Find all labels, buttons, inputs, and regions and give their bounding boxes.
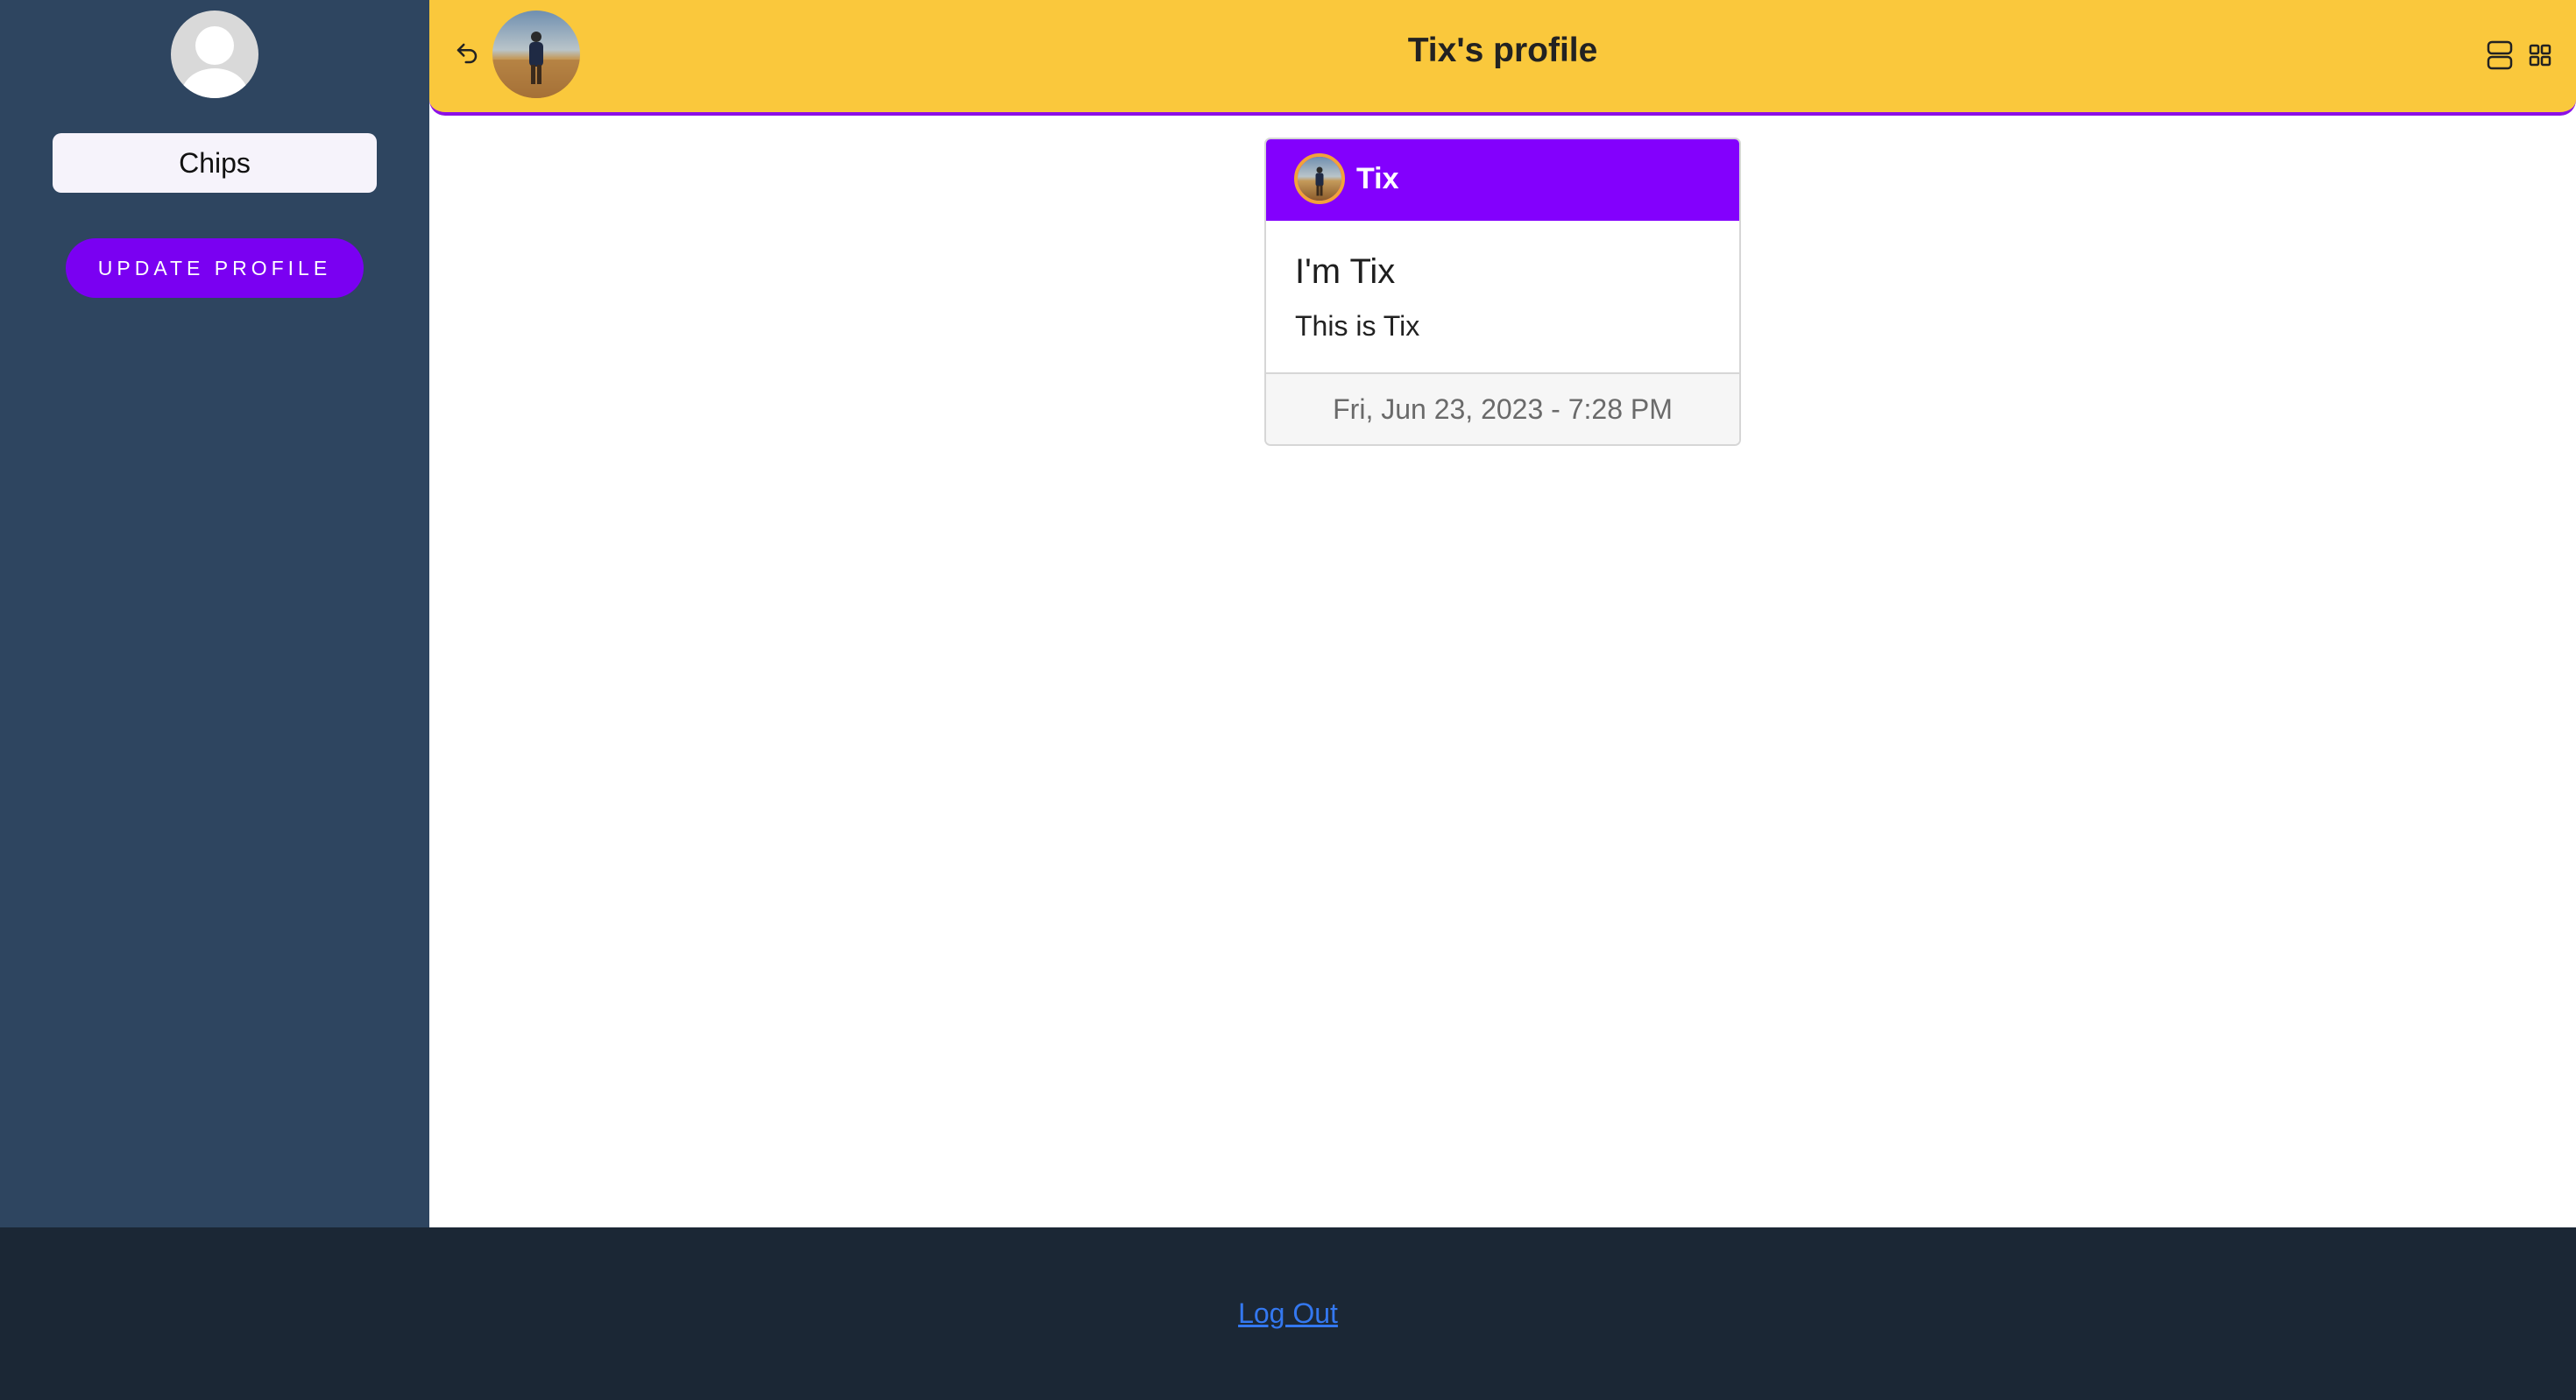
author-avatar[interactable] [1294, 153, 1345, 204]
app-root: UPDATE PROFILE [0, 0, 2576, 1400]
post-card[interactable]: Tix I'm Tix This is Tix Fri, Jun 23, 202… [1264, 138, 1741, 446]
sidebar: UPDATE PROFILE [0, 0, 429, 1227]
display-name-input[interactable] [53, 133, 377, 193]
post-author-name: Tix [1356, 162, 1399, 195]
post-title: I'm Tix [1295, 252, 1396, 291]
post-text: This is Tix [1295, 310, 1420, 342]
list-view-icon[interactable] [2487, 40, 2513, 70]
logout-link[interactable]: Log Out [0, 1297, 2576, 1330]
post-card-header: Tix [1266, 139, 1739, 221]
page-footer: Log Out [0, 1227, 2576, 1400]
post-timestamp: Fri, Jun 23, 2023 - 7:28 PM [1266, 374, 1739, 444]
grid-view-icon[interactable] [2529, 44, 2551, 67]
page-title: Tix's profile [1407, 32, 1598, 69]
profile-header: Tix's profile [429, 0, 2576, 116]
post-card-body: I'm Tix This is Tix [1266, 221, 1739, 374]
update-profile-button[interactable]: UPDATE PROFILE [66, 238, 364, 298]
default-user-avatar-icon [171, 11, 258, 98]
